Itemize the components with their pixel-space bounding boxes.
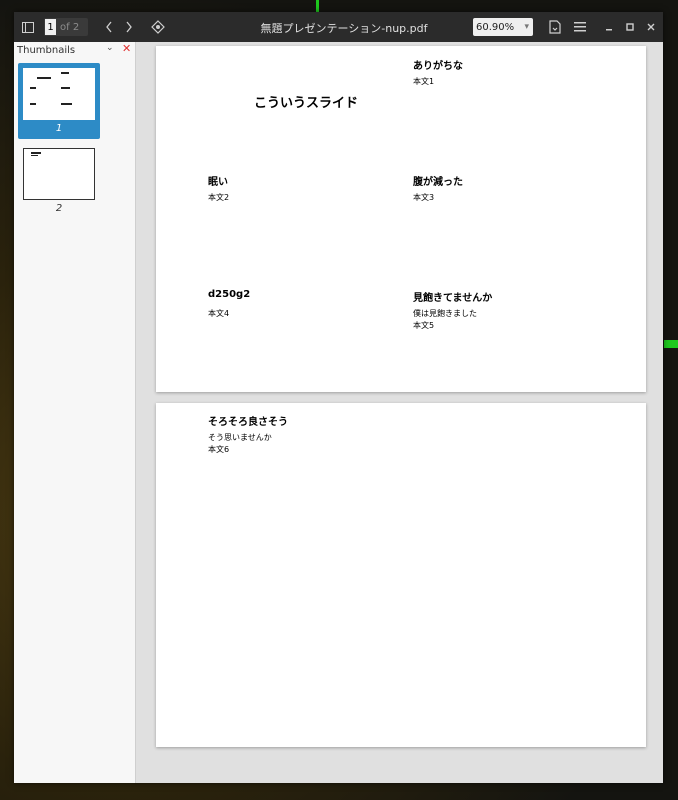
thumbnail-sidebar: Thumbnails ⌄ ✕ 1 2 [14,42,136,783]
sidebar-title: Thumbnails [17,44,76,56]
slide-title: 腹が減った [413,177,463,188]
locate-icon [151,20,165,34]
slide-title: d250g2 [208,289,251,300]
slide-body: 僕は見飽きました [413,309,477,318]
desktop-green-bar [664,340,678,348]
thumbnail-label-1: 1 [55,123,63,134]
thumb-line [31,152,41,154]
thumbnail-page-1[interactable] [23,68,95,120]
previous-page-button[interactable] [102,18,116,36]
slide-body: 本文4 [208,309,230,318]
minimize-button[interactable] [602,18,616,36]
window-title: 無題プレゼンテーション-nup.pdf [260,22,428,35]
pdf-page-1: こういうスライド ありがちな 本文1 眠い 本文2 腹が減った 本文3 d250… [156,46,646,392]
pdf-viewer-window: 1 of 2 無題プレゼンテーション-nup.pdf 60.90% ▾ Thum… [14,12,663,783]
slide-body: 本文6 [208,445,230,454]
slide-body: 本文3 [413,193,435,202]
sidebar-toggle-button[interactable] [19,18,37,36]
thumb-line [30,87,36,89]
thumb-line [37,77,51,79]
chevron-right-icon [126,21,132,33]
thumb-line [30,103,36,105]
sidebar-toggle-icon [22,21,34,33]
cover-slide-title: こういうスライド [254,96,359,111]
slide-title: 見飽きてませんか [413,293,493,304]
sidebar-header: Thumbnails ⌄ ✕ [14,42,135,58]
chevron-left-icon [106,21,112,33]
pdf-page-2: そろそろ良さそう そう思いませんか 本文6 [156,403,646,747]
desktop-green-line [316,0,319,12]
slide-body: 本文2 [208,193,230,202]
thumb-line [61,87,70,89]
sidebar-close-icon[interactable]: ✕ [122,42,131,55]
current-page-field[interactable]: 1 [45,19,56,35]
page-count-label: of 2 [60,21,80,33]
chevron-down-icon: ▾ [524,22,529,32]
slide-title: 眠い [208,177,228,188]
document-view[interactable]: こういうスライド ありがちな 本文1 眠い 本文2 腹が減った 本文3 d250… [136,42,663,783]
slide-body: 本文1 [413,77,435,86]
thumb-line [61,103,72,105]
close-icon [647,23,655,31]
minimize-icon [606,29,612,31]
slide-body: 本文5 [413,321,435,330]
save-button[interactable] [547,18,563,36]
maximize-icon [626,23,634,31]
slide-body: そう思いませんか [208,433,272,442]
zoom-value: 60.90% [476,21,515,33]
maximize-button[interactable] [623,18,637,36]
slide-title: そろそろ良さそう [208,417,288,428]
hamburger-menu-icon [574,22,586,32]
zoom-combo[interactable]: 60.90% ▾ [473,18,533,36]
locate-button[interactable] [150,18,166,36]
thumb-line [61,72,69,74]
thumbnail-page-2[interactable] [23,148,95,200]
title-bar: 1 of 2 無題プレゼンテーション-nup.pdf 60.90% ▾ [14,12,663,42]
page-number-entry[interactable]: 1 of 2 [44,18,88,36]
slide-title: ありがちな [413,61,463,72]
chevron-down-icon[interactable]: ⌄ [106,43,114,53]
thumbnail-label-2: 2 [55,203,63,214]
next-page-button[interactable] [122,18,136,36]
thumb-line [31,155,38,156]
main-menu-button[interactable] [572,18,588,36]
close-button[interactable] [644,18,658,36]
document-save-icon [549,20,561,34]
